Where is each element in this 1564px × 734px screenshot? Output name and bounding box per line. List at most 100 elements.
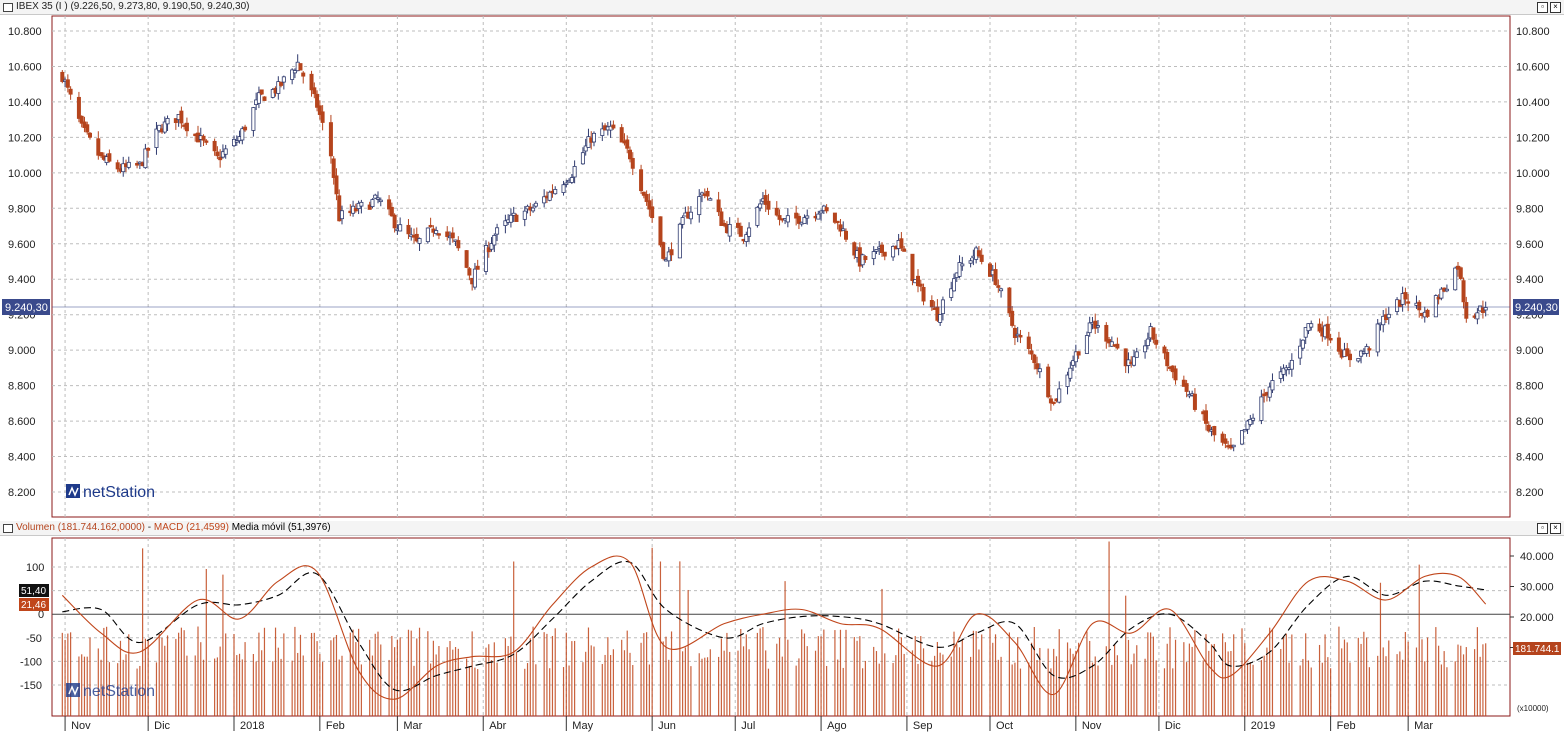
time-tick-label: Dic: [154, 720, 170, 732]
candle-body: [705, 190, 710, 197]
candle-body: [727, 224, 732, 237]
candle-body: [1037, 368, 1042, 373]
candle-body: [572, 166, 577, 178]
candle-body: [996, 285, 1001, 288]
price-plot-frame: [51, 15, 1511, 518]
candle-body: [680, 217, 685, 225]
price-tick-label: 9.400: [8, 274, 36, 286]
candle-body: [1417, 301, 1422, 311]
candle-body: [1051, 401, 1056, 404]
candle-body: [1483, 307, 1488, 311]
candle-body: [301, 72, 306, 77]
candle-body: [592, 132, 597, 143]
candle-body: [1032, 354, 1037, 364]
candle-body: [993, 269, 998, 285]
price-tick-label: 10.800: [1516, 26, 1550, 38]
price-tick-label: 9.000: [1516, 345, 1544, 357]
candle-body: [697, 196, 702, 216]
candle-body: [533, 202, 538, 207]
candle-body: [708, 198, 713, 201]
candle-body: [1464, 302, 1469, 319]
candle-body: [669, 249, 674, 256]
candle-body: [522, 210, 527, 220]
price-tick-label: 9.800: [1516, 203, 1544, 215]
candle-body: [738, 225, 743, 237]
time-tick-label: Feb: [326, 720, 345, 732]
price-tick-label: 9.800: [8, 203, 36, 215]
candle-body: [1375, 323, 1380, 353]
candle-body: [553, 189, 558, 195]
candle-body: [880, 244, 885, 253]
candle-body: [165, 118, 170, 125]
candle-body: [1289, 359, 1294, 370]
candle-body: [375, 197, 380, 200]
candle-body: [1231, 444, 1236, 448]
volume-tick-label: 30.000: [1520, 582, 1554, 594]
candle-body: [320, 111, 325, 123]
volume-axis-right: 40.00030.00020.00010.000: [1510, 551, 1554, 655]
candle-body: [85, 124, 90, 133]
candle-body: [863, 255, 868, 261]
candle-body: [298, 63, 303, 71]
time-axis: Nov Dic 2018 Feb Mar Abr May Jun Jul Ago Sep Oct Nov…: [64, 716, 1433, 732]
time-tick-label: Nov: [1082, 720, 1102, 732]
candle-body: [1453, 267, 1458, 291]
price-tick-label: 8.800: [1516, 381, 1544, 393]
candle-body: [1348, 353, 1353, 361]
price-tick-label: 10.000: [8, 168, 42, 180]
candle-body: [628, 149, 633, 160]
time-tick-label: Abr: [489, 720, 506, 732]
time-tick-label: Mar: [1414, 720, 1433, 732]
candle-body: [1143, 345, 1148, 353]
candle-body: [766, 200, 771, 210]
candle-body: [378, 199, 383, 203]
candle-body: [611, 124, 616, 129]
price-tick-label: 10.600: [8, 61, 42, 73]
price-tick-label: 9.600: [8, 239, 36, 251]
candle-body: [1134, 351, 1139, 358]
candle-body: [999, 288, 1004, 292]
candle-body: [508, 214, 513, 223]
candle-body: [1259, 396, 1264, 421]
volume-unit: (x10000): [1517, 704, 1549, 713]
price-tick-label: 9.000: [8, 345, 36, 357]
candle-body: [240, 128, 245, 141]
macd-axis-left: 100500-50-100-150: [20, 562, 44, 692]
candle-body: [747, 227, 752, 237]
candle-body: [331, 158, 336, 178]
candle-body: [1076, 351, 1081, 356]
candle-body: [1444, 288, 1449, 292]
candle-body: [1242, 429, 1247, 432]
price-axis-right: 10.800 10.600 10.400 10.200 10.000 9.800 9.600…: [1516, 26, 1550, 499]
time-tick-label: Feb: [1337, 720, 1356, 732]
candle-body: [580, 152, 585, 165]
candle-body: [677, 223, 682, 259]
candle-body: [1300, 339, 1305, 349]
candle-body: [154, 128, 159, 148]
candle-body: [531, 207, 536, 212]
candle-body: [1475, 312, 1480, 320]
candle-body: [658, 216, 663, 246]
candle-body: [417, 238, 422, 244]
candle-body: [938, 314, 943, 323]
candle-body: [630, 157, 635, 169]
candle-body: [146, 147, 151, 151]
macd-tick-label: 100: [26, 562, 44, 574]
candle-body: [716, 199, 721, 213]
candle-body: [514, 214, 519, 222]
price-tick-label: 9.400: [1516, 274, 1544, 286]
candle-body: [1192, 393, 1197, 410]
candle-body: [428, 224, 433, 228]
candle-body: [1087, 322, 1092, 334]
price-tick-label: 10.000: [1516, 168, 1550, 180]
candle-body: [918, 283, 923, 287]
candle-body: [243, 126, 248, 131]
price-axis-left: 10.800 10.600 10.400 10.200 10.000 9.800 9.600…: [8, 26, 42, 499]
price-tick-label: 10.200: [1516, 132, 1550, 144]
last-price-left: 9.240,30: [5, 302, 48, 314]
candle-body: [921, 286, 926, 302]
candle-body: [259, 89, 264, 95]
candle-body: [688, 211, 693, 220]
price-tick-label: 8.600: [8, 416, 36, 428]
candle-body: [1104, 324, 1109, 342]
